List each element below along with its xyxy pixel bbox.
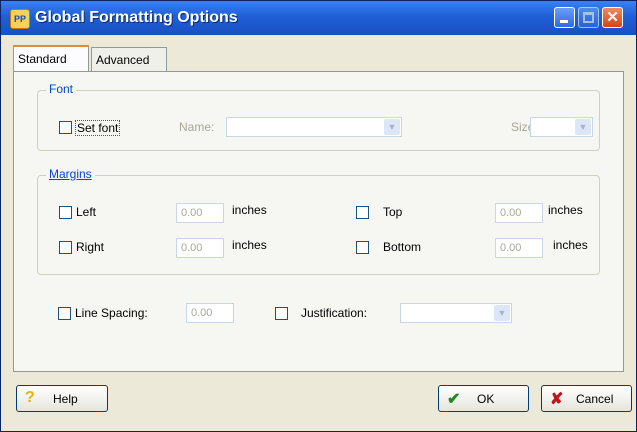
bottom-margin-checkbox[interactable]	[356, 241, 369, 254]
top-margin-label: Top	[383, 205, 403, 219]
font-size-select[interactable]: ▼	[530, 117, 593, 137]
top-margin-input[interactable]: 0.00	[495, 203, 543, 223]
line-spacing-label: Line Spacing:	[75, 306, 148, 320]
margins-group-legend: Margins	[46, 167, 95, 181]
minimize-icon	[560, 20, 568, 23]
left-margin-unit: inches	[232, 203, 267, 217]
top-margin-checkbox[interactable]	[356, 206, 369, 219]
right-margin-label: Right	[76, 240, 105, 254]
cancel-button-label: Cancel	[576, 392, 614, 406]
maximize-icon	[583, 12, 594, 23]
font-name-label: Name:	[179, 120, 215, 134]
maximize-button[interactable]	[578, 7, 599, 28]
help-button[interactable]: ? Help	[16, 385, 108, 412]
check-icon: ✔	[447, 391, 461, 408]
font-group: Font Set font Name: ▼ Size: ▼	[37, 82, 600, 151]
tab-standard[interactable]: Standard	[13, 45, 89, 71]
tab-advanced[interactable]: Advanced	[91, 47, 167, 71]
chevron-down-icon: ▼	[575, 119, 591, 135]
left-margin-label: Left	[76, 205, 97, 219]
right-margin-input[interactable]: 0.00	[176, 238, 224, 258]
chevron-down-icon: ▼	[384, 119, 400, 135]
top-margin-unit: inches	[548, 203, 583, 217]
left-margin-checkbox[interactable]	[59, 206, 72, 219]
bottom-margin-label: Bottom	[383, 240, 422, 254]
title-bar[interactable]: PP Global Formatting Options ✕	[1, 1, 636, 35]
close-icon: ✕	[606, 9, 619, 26]
help-button-label: Help	[53, 392, 78, 406]
line-spacing-checkbox[interactable]	[58, 307, 71, 320]
dialog-window: PP Global Formatting Options ✕ Standard …	[0, 0, 637, 432]
justification-checkbox[interactable]	[275, 307, 288, 320]
app-icon: PP	[10, 9, 30, 29]
line-spacing-input[interactable]: 0.00	[186, 303, 234, 323]
x-icon: ✘	[550, 391, 564, 408]
bottom-margin-unit: inches	[553, 238, 588, 252]
ok-button[interactable]: ✔ OK	[438, 385, 529, 412]
chevron-down-icon: ▼	[494, 305, 510, 321]
close-button[interactable]: ✕	[602, 7, 623, 28]
bottom-margin-input[interactable]: 0.00	[495, 238, 543, 258]
font-group-legend: Font	[46, 82, 77, 96]
ok-button-label: OK	[477, 392, 495, 406]
minimize-button[interactable]	[554, 7, 575, 28]
tab-panel-standard: Font Set font Name: ▼ Size: ▼ Margins Le…	[13, 71, 624, 372]
cancel-button[interactable]: ✘ Cancel	[541, 385, 632, 412]
right-margin-checkbox[interactable]	[59, 241, 72, 254]
set-font-checkbox[interactable]	[59, 121, 72, 134]
justification-select[interactable]: ▼	[400, 303, 512, 323]
font-name-select[interactable]: ▼	[226, 117, 402, 137]
window-title: Global Formatting Options	[35, 9, 238, 26]
justification-label: Justification:	[301, 306, 368, 320]
right-margin-unit: inches	[232, 238, 267, 252]
set-font-label: Set font	[75, 120, 121, 136]
left-margin-input[interactable]: 0.00	[176, 203, 224, 223]
margins-group: Margins Left 0.00 inches Top 0.00 inches…	[37, 167, 600, 275]
question-icon: ?	[25, 389, 35, 406]
